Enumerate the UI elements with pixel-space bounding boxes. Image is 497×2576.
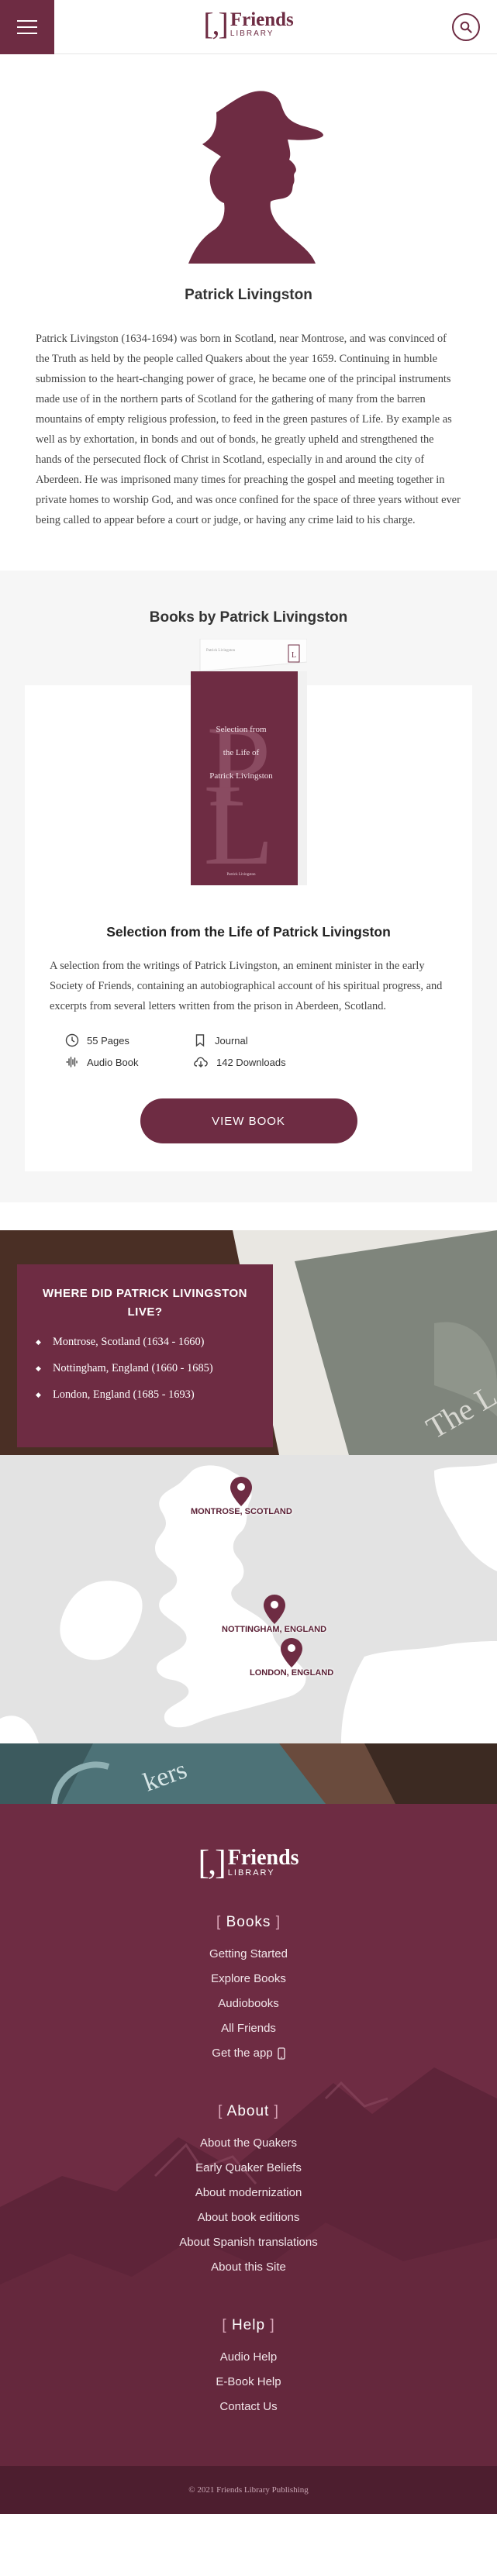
search-icon (460, 21, 472, 33)
meta-downloads-label: 142 Downloads (216, 1056, 286, 1068)
map-pin-label: LONDON, ENGLAND (250, 1668, 334, 1678)
footer-logo-word: Friends (227, 1846, 299, 1870)
places-list: Montrose, Scotland (1634 - 1660) Notting… (36, 1334, 254, 1402)
map-pin-nottingham[interactable]: NOTTINGHAM, ENGLAND (222, 1595, 326, 1634)
footer-link-label: Get the app (212, 2047, 273, 2060)
footer-books-heading: [ Books ] (216, 1914, 281, 1930)
meta-type: Journal (193, 1033, 317, 1047)
footer-help-heading: [ Help ] (222, 2317, 275, 2333)
cloud-download-icon (194, 1057, 208, 1067)
footer-link[interactable]: E-Book Help (0, 2370, 497, 2395)
meta-type-label: Journal (215, 1034, 248, 1047)
logo-sub: LIBRARY (230, 29, 274, 38)
author-bio: Patrick Livingston (1634-1694) was born … (36, 333, 461, 526)
cover-top-text: Patrick Livingston (206, 649, 236, 653)
map-pin-montrose[interactable]: MONTROSE, SCOTLAND (191, 1477, 292, 1516)
logo-bracket: [,] (203, 6, 229, 41)
footer-help-section: [ Help ] Audio Help E-Book Help Contact … (0, 2317, 497, 2419)
footer-link[interactable]: Explore Books (0, 1967, 497, 1991)
cover-bottom-text: Patrick Livingston (226, 873, 256, 877)
footer-link[interactable]: Early Quaker Beliefs (0, 2156, 497, 2181)
where-lived-box: WHERE DID PATRICK LIVINGSTON LIVE? Montr… (17, 1264, 273, 1447)
logo-word: Friends (230, 9, 294, 30)
footer-about-heading: [ About ] (218, 2103, 279, 2119)
menu-icon-bar (17, 20, 37, 22)
author-silhouette-icon (188, 91, 323, 264)
books-banner-image: kers (0, 1743, 497, 1804)
footer-link[interactable]: About book editions (0, 2205, 497, 2230)
banner-graphic: kers (0, 1743, 497, 1804)
where-lived-section: The L WHERE DID PATRICK LIVINGSTON LIVE?… (0, 1230, 497, 1455)
book-card: L Patrick Livingston P L Selection from … (25, 639, 472, 1171)
place-item: Montrose, Scotland (1634 - 1660) (36, 1334, 254, 1350)
site-footer: [,] Friends LIBRARY [ Books ] Getting St… (0, 1804, 497, 2466)
menu-icon-bar (17, 26, 37, 28)
cover-title-line: Selection from (216, 725, 267, 734)
residence-map[interactable]: MONTROSE, SCOTLAND NOTTINGHAM, ENGLAND L… (0, 1455, 497, 1743)
view-book-button[interactable]: VIEW BOOK (140, 1098, 357, 1143)
meta-pages: 55 Pages (65, 1033, 193, 1047)
menu-icon-bar (17, 33, 37, 34)
clock-icon (65, 1033, 79, 1047)
site-logo[interactable]: [,] Friends LIBRARY (203, 9, 294, 40)
map-pin-london[interactable]: LONDON, ENGLAND (250, 1638, 333, 1678)
bookmark-icon (195, 1034, 205, 1047)
footer-link[interactable]: All Friends (0, 2016, 497, 2041)
cover-badge: L (291, 651, 295, 660)
meta-audio: Audio Book (65, 1055, 193, 1069)
footer-link[interactable]: Audio Help (0, 2345, 497, 2370)
place-item: London, England (1685 - 1693) (36, 1387, 254, 1402)
copyright: © 2021 Friends Library Publishing (0, 2466, 497, 2514)
meta-audio-label: Audio Book (87, 1056, 139, 1068)
map-pin-label: MONTROSE, SCOTLAND (191, 1507, 292, 1516)
menu-button[interactable] (0, 0, 54, 54)
cover-title-line: the Life of (223, 748, 259, 757)
footer-link[interactable]: About the Quakers (0, 2131, 497, 2156)
meta-pages-label: 55 Pages (87, 1034, 129, 1047)
map-pin-icon (281, 1638, 303, 1667)
footer-books-section: [ Books ] Getting Started Explore Books … (0, 1914, 497, 2066)
cover-title-line: Patrick Livingston (209, 771, 273, 781)
footer-link[interactable]: About Spanish translations (0, 2230, 497, 2255)
books-section: Books by Patrick Livingston L Patrick Li… (0, 571, 497, 1202)
footer-logo[interactable]: [,] Friends LIBRARY (198, 1846, 299, 1880)
footer-logo-sub: LIBRARY (227, 1868, 275, 1878)
books-section-title: Books by Patrick Livingston (149, 609, 348, 626)
book-title[interactable]: Selection from the Life of Patrick Livin… (50, 924, 447, 940)
footer-link-app[interactable]: Get the app (0, 2041, 497, 2066)
author-name: Patrick Livingston (185, 287, 312, 303)
map-pin-icon (263, 1595, 285, 1624)
search-button[interactable] (452, 13, 480, 41)
footer-link[interactable]: Getting Started (0, 1942, 497, 1967)
audio-waveform-icon (66, 1057, 78, 1067)
footer-link[interactable]: Audiobooks (0, 1991, 497, 2016)
book-cover-wrap: L Patrick Livingston P L Selection from … (50, 639, 447, 895)
book-description: A selection from the writings of Patrick… (50, 960, 443, 1012)
author-section: Patrick Livingston Patrick Livingston (1… (0, 54, 497, 561)
place-item: Nottingham, England (1660 - 1685) (36, 1360, 254, 1376)
map-pin-label: NOTTINGHAM, ENGLAND (222, 1625, 327, 1634)
footer-link[interactable]: Contact Us (0, 2395, 497, 2419)
footer-about-section: [ About ] About the Quakers Early Quaker… (0, 2103, 497, 2280)
site-header: [,] Friends LIBRARY (0, 0, 497, 54)
meta-downloads: 142 Downloads (193, 1055, 317, 1069)
book-cover[interactable]: L Patrick Livingston P L Selection from … (190, 639, 307, 885)
footer-link[interactable]: About modernization (0, 2181, 497, 2205)
phone-icon (278, 2047, 285, 2060)
footer-logo-bracket: [,] (198, 1843, 226, 1881)
footer-link[interactable]: About this Site (0, 2255, 497, 2280)
where-lived-title: WHERE DID PATRICK LIVINGSTON LIVE? (42, 1287, 247, 1319)
map-pin-icon (230, 1477, 253, 1506)
book-meta: 55 Pages Journal Audio Book 142 Download… (50, 1033, 447, 1069)
